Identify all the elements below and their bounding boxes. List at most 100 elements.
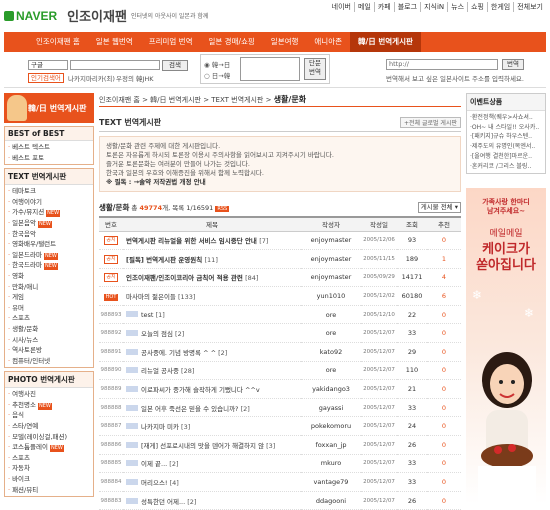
post-title-link[interactable]: 성특한던 어제... [2] <box>123 491 301 510</box>
rss-badge[interactable]: RSS <box>215 206 230 212</box>
post-author[interactable]: ore <box>301 361 361 381</box>
naver-logo[interactable]: NAVER <box>4 9 57 23</box>
nav-board[interactable]: 韓/日 번역게시판 <box>350 32 421 52</box>
post-title-link[interactable]: 이제 끝... [2] <box>123 454 301 474</box>
nav-web-translate[interactable]: 일본 웹번역 <box>88 32 141 52</box>
post-title-link[interactable]: 공사중에. 기념 방명록 ^ ^ [2] <box>123 342 301 362</box>
post-title-link[interactable]: [재게] 선포로시내의 맛을 덴어가 해결하지 않 [3] <box>123 435 301 455</box>
notice-required-link[interactable]: ※ 필독 : →솔약 저작권법 개정 안내 <box>106 178 454 187</box>
post-author[interactable]: foxxan_jp <box>301 435 361 455</box>
sidebar-item-text-7[interactable]: 한국드라마NEW <box>8 260 90 271</box>
sidebar-item-photo-9[interactable]: 패션/뷰티 <box>8 485 90 496</box>
table-row[interactable]: 988890 리뉴얼 공사중 [28] ore 2005/12/07 110 0 <box>99 361 461 381</box>
sidebar-item-photo-3[interactable]: 스타/연예 <box>8 421 90 432</box>
sidebar-item-best-text[interactable]: 베스트 텍스트 <box>8 142 90 153</box>
toplink-cafe[interactable]: 카페 <box>375 2 395 12</box>
nav-anime[interactable]: 애니아존 <box>306 32 350 52</box>
sidebar-item-text-6[interactable]: 일본드라마NEW <box>8 250 90 261</box>
nav-travel[interactable]: 일본여행 <box>263 32 307 52</box>
post-author[interactable]: enjoymaster <box>301 231 361 251</box>
post-title-link[interactable]: 인조이재팬/인조이코리아 금칙어 적용 관련 [84] <box>123 268 301 288</box>
table-row[interactable]: 988885 이제 끝... [2] mkuro 2005/12/07 33 0 <box>99 454 461 474</box>
table-row[interactable]: 988888 일본 어후 죽선은 믿을 수 있습니까? [2] gayassi 200… <box>99 398 461 418</box>
post-title-link[interactable]: 이로파씨가 중가해 슬작하게 기뻤니다 ^^v <box>123 379 301 399</box>
sidebar-item-photo-8[interactable]: 바이크 <box>8 474 90 485</box>
cake-event-ad[interactable]: 가족사랑 한마디 남겨주세요~ 메일메일 케이크가 쏟아집니다 ❄ ❄ <box>466 188 546 505</box>
table-row[interactable]: 988889 이로파씨가 중가해 슬작하게 기뻤니다 ^^v yakidango3… <box>99 379 461 399</box>
nav-premium[interactable]: 프리미엄 번역 <box>141 32 201 52</box>
post-author[interactable]: yakidango3 <box>301 379 361 399</box>
event-item[interactable]: ·환전정책(퀘우>사쇼셔.. <box>470 113 542 123</box>
post-title-link[interactable]: 번역게시판 리뉴얼을 위한 서비스 임시중단 안내 [7] <box>123 231 301 251</box>
radio-ja-ko[interactable]: ○ 日→韓 <box>204 70 230 80</box>
toplink-naver[interactable]: 네이버 <box>329 2 355 12</box>
sidebar-item-text-16[interactable]: 컴퓨터/인터넷 <box>8 356 90 367</box>
post-author[interactable]: ore <box>301 305 361 325</box>
sidebar-item-photo-0[interactable]: 여행사진 <box>8 389 90 400</box>
table-row[interactable]: 988893 test [1] ore 2005/12/10 22 0 <box>99 305 461 325</box>
table-row[interactable]: 공지 번역게시판 리뉴얼을 위한 서비스 임시중단 안내 [7] enjoymast… <box>99 231 461 251</box>
post-author[interactable]: pokekomoru <box>301 416 361 437</box>
short-translate-button[interactable]: 단문번역 <box>304 58 326 80</box>
post-title-link[interactable]: 나카지마 미카 [3] <box>123 416 301 437</box>
sidebar-item-photo-6[interactable]: 스포츠 <box>8 453 90 464</box>
site-title[interactable]: 인조이재팬 <box>67 6 127 25</box>
toplink-news[interactable]: 뉴스 <box>448 2 469 12</box>
post-author[interactable]: enjoymaster <box>301 249 361 269</box>
filter-select[interactable]: 게시물 전체 ▾ <box>417 202 461 213</box>
short-text-input[interactable] <box>240 57 300 81</box>
keyword-link-1[interactable]: 나카지마리카(최) <box>68 73 115 83</box>
table-row[interactable]: 988887 나카지마 미카 [3] pokekomoru 2005/12/07 24 0 <box>99 416 461 437</box>
sidebar-item-photo-5[interactable]: 코스튬플레이NEW <box>8 442 90 453</box>
post-author[interactable]: ddagooni <box>301 491 361 510</box>
sidebar-item-text-1[interactable]: 여행이야기 <box>8 197 90 208</box>
sidebar-item-text-5[interactable]: 영화배우/탤런트 <box>8 239 90 250</box>
engine-select[interactable]: 구글 <box>28 60 68 70</box>
table-row[interactable]: 988886 [재게] 선포로시내의 맛을 덴어가 해결하지 않 [3] foxxa… <box>99 435 461 455</box>
toplink-shopping[interactable]: 쇼핑 <box>468 2 488 12</box>
sidebar-item-best-photo[interactable]: 베스트 포토 <box>8 153 90 164</box>
sidebar-item-text-13[interactable]: 생활/문화 <box>8 324 90 335</box>
post-author[interactable]: gayassi <box>301 398 361 418</box>
sidebar-item-text-4[interactable]: 한국음악 <box>8 229 90 240</box>
toplink-mail[interactable]: 메일 <box>355 2 375 12</box>
post-author[interactable]: ore <box>301 323 361 344</box>
toplink-hangame[interactable]: 한게임 <box>488 2 515 12</box>
nav-home[interactable]: 인조이재팬 홈 <box>28 32 88 52</box>
post-title-link[interactable]: [필독] 번역게시판 운영원칙 [11] <box>123 249 301 269</box>
sidebar-item-text-11[interactable]: 유머 <box>8 303 90 314</box>
sidebar-item-text-3[interactable]: 일본음악NEW <box>8 218 90 229</box>
post-title-link[interactable]: 마사마의 젊은이들 [133] <box>123 286 301 306</box>
post-author[interactable]: yun1010 <box>301 286 361 306</box>
post-title-link[interactable]: 리뉴얼 공사중 [28] <box>123 361 301 381</box>
radio-ko-ja[interactable]: ◉ 韓→日 <box>204 59 230 69</box>
event-item[interactable]: ·OH~ 내 스타일!! 오사카.. <box>470 123 542 133</box>
url-input[interactable]: http:// <box>386 59 498 70</box>
search-button[interactable]: 검색 <box>162 60 188 71</box>
toplink-kin[interactable]: 지식iN <box>421 2 449 12</box>
post-author[interactable]: mkuro <box>301 454 361 474</box>
popular-keywords[interactable]: 인기검색어 <box>28 73 64 83</box>
sidebar-item-text-8[interactable]: 영화 <box>8 271 90 282</box>
sidebar-item-photo-7[interactable]: 자동차 <box>8 463 90 474</box>
sidebar-item-photo-2[interactable]: 음식 <box>8 410 90 421</box>
sidebar-item-text-15[interactable]: 역사토론방 <box>8 345 90 356</box>
post-author[interactable]: enjoymaster <box>301 268 361 288</box>
post-title-link[interactable]: 일본 어후 죽선은 믿을 수 있습니까? [2] <box>123 398 301 418</box>
table-row[interactable]: HOT 마사마의 젊은이들 [133] yun1010 2005/12/02 60180… <box>99 286 461 306</box>
table-row[interactable]: 공지 [필독] 번역게시판 운영원칙 [11] enjoymaster 2005/11… <box>99 249 461 269</box>
post-title-link[interactable]: 오늘의 점심 [2] <box>123 323 301 344</box>
global-board-link[interactable]: +전체 글로벌 게시판 <box>399 117 461 128</box>
sidebar-item-text-2[interactable]: 가수/뮤지션NEW <box>8 207 90 218</box>
toplink-blog[interactable]: 블로그 <box>395 2 422 12</box>
search-input[interactable] <box>70 60 160 70</box>
sidebar-item-photo-4[interactable]: 모델(레이싱걸,패션) <box>8 432 90 443</box>
sidebar-item-text-0[interactable]: 테마토크 <box>8 186 90 197</box>
nav-auction[interactable]: 일본 경매/쇼핑 <box>200 32 262 52</box>
post-author[interactable]: kato92 <box>301 342 361 362</box>
table-row[interactable]: 988892 오늘의 점심 [2] ore 2005/12/07 33 0 <box>99 323 461 344</box>
toplink-all[interactable]: 전체보기 <box>514 2 546 12</box>
table-row[interactable]: 988883 성특한던 어제... [2] ddagooni 2005/12/07 26… <box>99 491 461 510</box>
sidebar-item-text-14[interactable]: 시사/뉴스 <box>8 335 90 346</box>
event-item[interactable]: ·[패키지]규슈 하우스텐.. <box>470 132 542 142</box>
